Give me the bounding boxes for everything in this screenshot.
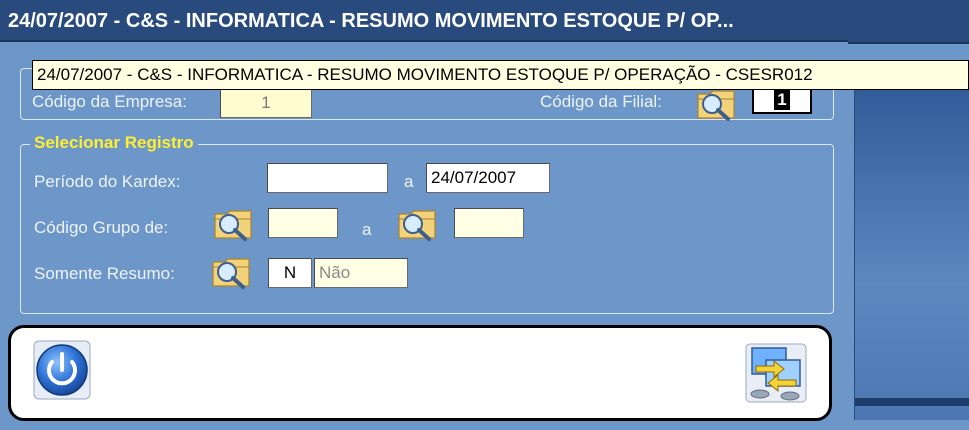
background-window-panel [854, 80, 969, 420]
grupo-from-search-icon[interactable] [213, 206, 255, 242]
resumo-label: Somente Resumo: [34, 264, 175, 283]
empresa-label: Código da Empresa: [32, 92, 187, 111]
action-toolbar [8, 325, 832, 421]
grupo-to-field[interactable] [454, 208, 524, 238]
power-icon[interactable] [33, 340, 91, 400]
window-title: 24/07/2007 - C&S - INFORMATICA - RESUMO … [0, 0, 848, 42]
grupo-label: Código Grupo de: [34, 218, 169, 237]
filial-search-icon[interactable] [696, 86, 738, 122]
background-window-titlebar [848, 0, 969, 44]
periodo-separator: a [404, 172, 414, 191]
resumo-search-icon[interactable] [211, 254, 253, 290]
title-tooltip: 24/07/2007 - C&S - INFORMATICA - RESUMO … [32, 60, 969, 90]
resumo-code-field[interactable]: N [268, 258, 312, 288]
grupo-separator: a [362, 220, 372, 239]
periodo-to-field[interactable]: 24/07/2007 [426, 163, 550, 193]
empresa-field[interactable]: 1 [220, 88, 312, 118]
periodo-label: Período do Kardex: [34, 172, 181, 191]
transfer-icon[interactable] [744, 342, 808, 404]
resumo-desc-field: Não [314, 258, 408, 288]
grupo-to-search-icon[interactable] [397, 206, 439, 242]
periodo-from-field[interactable] [267, 163, 388, 193]
selecionar-title: Selecionar Registro [30, 133, 198, 153]
grupo-from-field[interactable] [268, 208, 338, 238]
filial-label: Código da Filial: [540, 92, 662, 111]
filial-value: 1 [774, 90, 790, 110]
